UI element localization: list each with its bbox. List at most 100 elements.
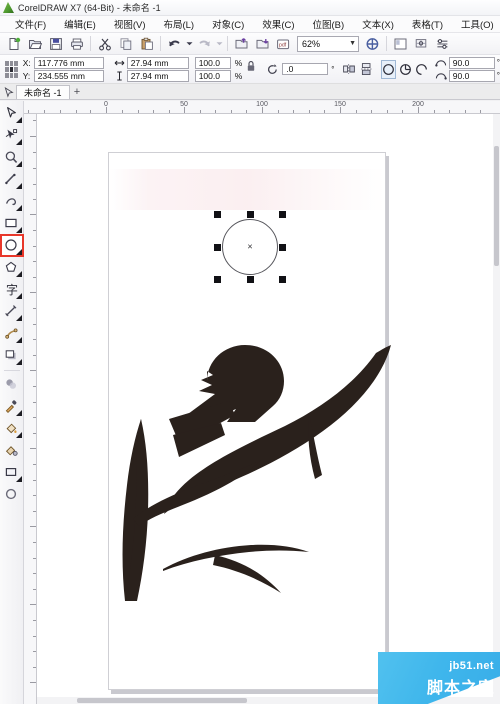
open-document-button[interactable] <box>24 34 45 53</box>
y-position-input[interactable]: 234.555 mm <box>33 69 104 82</box>
menu-effects[interactable]: 效果(C) <box>253 16 303 32</box>
selected-ellipse[interactable]: × <box>222 219 278 275</box>
flyout-arrow-icon[interactable] <box>15 161 22 167</box>
menu-object[interactable]: 对象(C) <box>203 16 253 32</box>
flyout-arrow-icon[interactable] <box>15 359 22 365</box>
flyout-arrow-icon[interactable] <box>15 476 22 482</box>
menu-bitmap[interactable]: 位图(B) <box>304 16 354 32</box>
print-button[interactable] <box>66 34 87 53</box>
smart-draw-tool[interactable] <box>1 191 23 212</box>
ellipse-tool[interactable] <box>0 234 24 257</box>
arc-mode-button[interactable] <box>415 60 429 79</box>
parallel-dimension-tool[interactable] <box>1 301 23 322</box>
menu-tools[interactable]: 工具(O) <box>452 16 500 32</box>
flyout-arrow-icon[interactable] <box>15 293 22 299</box>
paste-button[interactable] <box>136 34 157 53</box>
application-launcher-button[interactable] <box>362 34 383 53</box>
transparency-tool[interactable] <box>1 374 23 395</box>
undo-button[interactable] <box>164 34 185 53</box>
selection-group[interactable]: × <box>214 211 286 283</box>
document-tab[interactable]: 未命名 -1 <box>16 85 70 99</box>
flyout-arrow-icon[interactable] <box>15 227 22 233</box>
horizontal-scrollbar[interactable] <box>37 697 493 704</box>
object-origin-anchor[interactable] <box>5 60 18 78</box>
mirror-vertical-button[interactable] <box>359 60 374 79</box>
new-document-button[interactable] <box>3 34 24 53</box>
copy-button[interactable] <box>115 34 136 53</box>
menu-file[interactable]: 文件(F) <box>6 16 55 32</box>
color-eyedropper-tool[interactable] <box>1 396 23 417</box>
handle-top-center[interactable] <box>247 211 254 218</box>
full-screen-preview-button[interactable] <box>390 34 411 53</box>
save-document-button[interactable] <box>45 34 66 53</box>
rectangle-tool[interactable] <box>1 213 23 234</box>
straight-line-connector-tool[interactable] <box>1 323 23 344</box>
handle-top-right[interactable] <box>279 211 286 218</box>
flyout-arrow-icon[interactable] <box>15 410 22 416</box>
flyout-arrow-icon[interactable] <box>15 315 22 321</box>
handle-bottom-center[interactable] <box>247 276 254 283</box>
export-button[interactable] <box>252 34 273 53</box>
mirror-horizontal-button[interactable] <box>342 60 357 79</box>
menu-view[interactable]: 视图(V) <box>105 16 155 32</box>
redo-history-dropdown[interactable] <box>215 34 224 53</box>
bird-on-branch-artwork[interactable] <box>103 323 395 613</box>
lock-ratio-button[interactable] <box>246 59 256 79</box>
text-tool[interactable]: 字 <box>1 279 23 300</box>
scale-x-input[interactable]: 100.0 <box>194 56 231 69</box>
menu-edit[interactable]: 编辑(E) <box>55 16 105 32</box>
vertical-ruler[interactable] <box>24 114 37 704</box>
cut-button[interactable] <box>94 34 115 53</box>
scale-y-input[interactable]: 100.0 <box>194 69 231 82</box>
menu-text[interactable]: 文本(X) <box>353 16 403 32</box>
flyout-arrow-icon[interactable] <box>15 249 22 255</box>
start-angle-input[interactable]: 90.0 <box>448 56 495 69</box>
handle-top-left[interactable] <box>214 211 221 218</box>
import-button[interactable] <box>231 34 252 53</box>
redo-button[interactable] <box>194 34 215 53</box>
handle-bottom-left[interactable] <box>214 276 221 283</box>
add-document-tab-button[interactable]: + <box>70 85 85 99</box>
width-input[interactable]: 27.94 mm <box>126 56 189 69</box>
flyout-arrow-icon[interactable] <box>15 205 22 211</box>
vertical-scrollbar[interactable] <box>493 114 500 704</box>
rotation-input[interactable]: .0 <box>282 63 329 75</box>
height-input[interactable]: 27.94 mm <box>126 69 189 82</box>
smart-fill-bucket-tool[interactable] <box>1 440 23 461</box>
menu-layout[interactable]: 布局(L) <box>154 16 203 32</box>
drawing-canvas[interactable]: × <box>37 114 500 704</box>
handle-middle-left[interactable] <box>214 244 221 251</box>
flyout-arrow-icon[interactable] <box>15 183 22 189</box>
publish-pdf-button[interactable]: pdf <box>273 34 294 53</box>
vertical-scrollbar-thumb[interactable] <box>494 146 499 266</box>
x-position-input[interactable]: 117.776 mm <box>33 56 104 69</box>
undo-history-dropdown[interactable] <box>185 34 194 53</box>
pie-mode-button[interactable] <box>398 60 412 79</box>
zoom-level-combo[interactable]: 62% ▼ <box>297 35 359 52</box>
polygon-tool[interactable] <box>1 257 23 278</box>
outline-color-tool[interactable] <box>1 484 23 505</box>
end-angle-input[interactable]: 90.0 <box>448 69 495 82</box>
horizontal-scrollbar-thumb[interactable] <box>77 698 247 703</box>
handle-bottom-right[interactable] <box>279 276 286 283</box>
flyout-arrow-icon[interactable] <box>15 271 22 277</box>
pick-tool[interactable] <box>1 103 23 124</box>
snap-to-button[interactable] <box>411 34 432 53</box>
ellipse-mode-button[interactable] <box>381 59 397 79</box>
flyout-arrow-icon[interactable] <box>15 337 22 343</box>
chevron-down-icon <box>216 42 223 46</box>
outline-rect-tool[interactable] <box>1 462 23 483</box>
zoom-tool[interactable] <box>1 147 23 168</box>
handle-middle-right[interactable] <box>279 244 286 251</box>
flyout-arrow-icon[interactable] <box>15 117 22 123</box>
drawing-page[interactable]: × <box>108 152 391 690</box>
drop-shadow-tool[interactable] <box>1 345 23 366</box>
horizontal-ruler[interactable]: 0 50 100 150 200 <box>24 101 500 114</box>
menu-table[interactable]: 表格(T) <box>403 16 452 32</box>
options-button[interactable] <box>432 34 453 53</box>
interactive-fill-tool[interactable] <box>1 418 23 439</box>
flyout-arrow-icon[interactable] <box>15 139 22 145</box>
shape-tool[interactable] <box>1 125 23 146</box>
flyout-arrow-icon[interactable] <box>15 432 22 438</box>
freehand-tool[interactable] <box>1 169 23 190</box>
